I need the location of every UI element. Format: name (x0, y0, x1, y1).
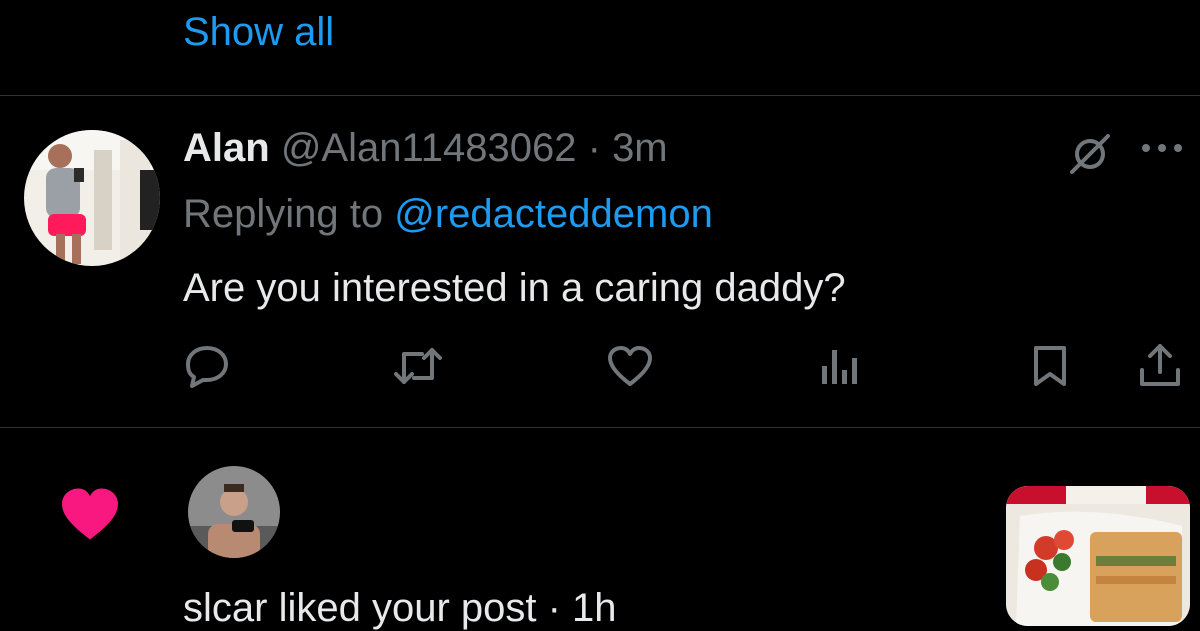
notification-text: slcar liked your post · 1h (183, 586, 617, 630)
grok-icon[interactable] (1068, 132, 1112, 176)
post-thumbnail[interactable] (1006, 486, 1190, 626)
avatar[interactable] (24, 130, 160, 266)
like-icon[interactable] (606, 344, 654, 388)
more-icon[interactable] (1140, 140, 1184, 156)
heart-icon (58, 486, 122, 542)
author-name[interactable]: Alan (183, 126, 270, 170)
reply-icon[interactable] (184, 344, 230, 388)
views-icon[interactable] (820, 344, 860, 388)
tweet-header: Alan @Alan11483062 · 3m (183, 126, 668, 171)
divider (0, 95, 1200, 96)
author-handle[interactable]: @Alan11483062 (281, 126, 577, 170)
replying-handle[interactable]: @redacteddemon (394, 192, 713, 236)
tweet-text: Are you interested in a caring daddy? (183, 266, 846, 310)
share-icon[interactable] (1138, 342, 1182, 388)
replying-to: Replying to @redacteddemon (183, 192, 713, 237)
divider (0, 427, 1200, 428)
avatar[interactable] (188, 466, 280, 558)
retweet-icon[interactable] (392, 344, 444, 388)
timestamp: 3m (612, 126, 668, 170)
show-all-link[interactable]: Show all (183, 10, 334, 55)
bookmark-icon[interactable] (1030, 344, 1070, 388)
separator: · (587, 126, 601, 170)
replying-prefix: Replying to (183, 192, 384, 236)
